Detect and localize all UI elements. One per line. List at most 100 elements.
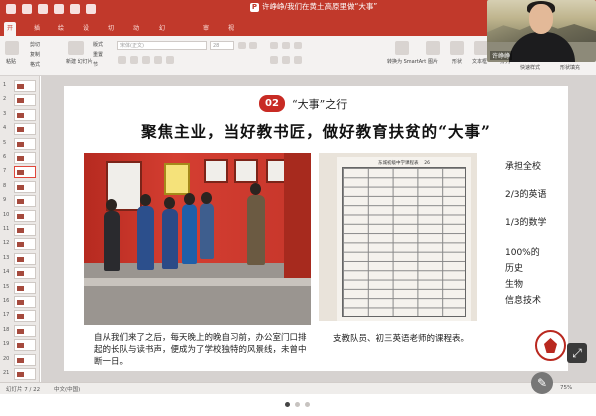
slide-thumbnail-image[interactable] bbox=[14, 180, 36, 193]
slide-thumbnail[interactable]: 2 bbox=[0, 93, 40, 107]
new-slide-icon[interactable] bbox=[68, 41, 84, 55]
students-photo[interactable] bbox=[84, 153, 311, 325]
zoom-level[interactable]: 75% bbox=[560, 385, 572, 391]
slide-thumbnail-image[interactable] bbox=[14, 195, 36, 208]
tab-design[interactable]: 设计 bbox=[83, 22, 89, 46]
slide-thumbnail[interactable]: 14 bbox=[0, 266, 40, 280]
slide-thumbnail[interactable]: 9 bbox=[0, 194, 40, 208]
shape-icon[interactable] bbox=[450, 41, 464, 55]
school-seal-logo bbox=[535, 330, 566, 361]
smartart-icon[interactable] bbox=[395, 41, 409, 55]
slide-thumbnail[interactable]: 10 bbox=[0, 209, 40, 223]
slide-thumbnail[interactable]: 15 bbox=[0, 281, 40, 295]
slide-thumbnail-image[interactable] bbox=[14, 296, 36, 308]
undo-icon[interactable] bbox=[54, 4, 64, 14]
slide-thumbnail[interactable]: 11 bbox=[0, 223, 40, 237]
format-painter-button[interactable]: 格式 bbox=[30, 61, 40, 68]
page-dot[interactable] bbox=[285, 402, 290, 407]
page-dot[interactable] bbox=[295, 402, 300, 407]
paste-icon[interactable] bbox=[5, 41, 19, 55]
timetable-photo[interactable]: 东城初级中学课程表 26 bbox=[319, 153, 477, 321]
indent-icon[interactable] bbox=[294, 42, 302, 49]
slide-thumbnail[interactable]: 16 bbox=[0, 295, 40, 309]
layout-button[interactable]: 版式 bbox=[93, 41, 103, 48]
slide-thumbnail-image[interactable] bbox=[14, 209, 36, 222]
quick-style-label[interactable]: 快速样式 bbox=[520, 64, 540, 71]
picture-icon[interactable] bbox=[426, 41, 440, 55]
expand-icon[interactable]: ⤢ bbox=[567, 343, 587, 363]
slide-thumbnail-image[interactable] bbox=[14, 224, 36, 236]
section-button[interactable]: 节 bbox=[93, 61, 98, 68]
slide-thumbnail-image[interactable] bbox=[14, 339, 36, 352]
tab-insert[interactable]: 插入 bbox=[34, 22, 40, 46]
slide-thumbnail[interactable]: 8 bbox=[0, 180, 40, 194]
strikethrough-icon[interactable] bbox=[154, 56, 162, 64]
slide-thumbnail[interactable]: 21 bbox=[0, 367, 40, 381]
slide-canvas[interactable]: 02 “大事”之行 聚焦主业，当好教书匠，做好教育扶贫的“大事” 东城初级中学课… bbox=[64, 86, 568, 371]
save-icon[interactable] bbox=[6, 4, 16, 14]
home-icon[interactable] bbox=[22, 4, 32, 14]
slide-thumbnail[interactable]: 7 bbox=[0, 165, 40, 179]
tab-draw[interactable]: 绘图 bbox=[58, 22, 64, 46]
align-center-icon[interactable] bbox=[282, 56, 290, 64]
slide-thumbnail-image[interactable] bbox=[14, 108, 36, 121]
slide-thumbnail[interactable]: 17 bbox=[0, 309, 40, 323]
bold-icon[interactable] bbox=[118, 56, 126, 64]
present-icon[interactable] bbox=[86, 4, 96, 14]
slide-thumbnail[interactable]: 3 bbox=[0, 108, 40, 122]
page-dot[interactable] bbox=[305, 402, 310, 407]
underline-icon[interactable] bbox=[142, 56, 150, 64]
slide-thumbnail-image[interactable] bbox=[14, 368, 36, 380]
cut-button[interactable]: 剪切 bbox=[30, 41, 40, 48]
italic-icon[interactable] bbox=[130, 56, 138, 64]
tab-slideshow[interactable]: 幻灯片放映 bbox=[159, 22, 165, 88]
slide-thumbnail-image[interactable] bbox=[14, 281, 36, 294]
reset-button[interactable]: 重置 bbox=[93, 51, 103, 58]
tab-animations[interactable]: 动画 bbox=[133, 22, 139, 46]
tab-view[interactable]: 视图 bbox=[228, 22, 234, 46]
slide-thumbnail[interactable]: 19 bbox=[0, 338, 40, 352]
slide-thumbnail[interactable]: 12 bbox=[0, 237, 40, 251]
font-color-icon[interactable] bbox=[166, 56, 174, 64]
slide-thumbnail[interactable]: 20 bbox=[0, 353, 40, 367]
redo-icon[interactable] bbox=[70, 4, 80, 14]
font-size-select[interactable]: 28 bbox=[210, 41, 234, 50]
slide-thumbnail-image[interactable] bbox=[14, 324, 36, 337]
slide-thumbnail-number: 20 bbox=[3, 355, 10, 362]
slide-thumbnail-image[interactable] bbox=[14, 94, 36, 107]
numbering-icon[interactable] bbox=[282, 42, 290, 49]
tab-home[interactable]: 开始 bbox=[4, 22, 17, 46]
slide-thumbnail[interactable]: 13 bbox=[0, 252, 40, 266]
slide-thumbnails-panel[interactable]: 1 2 3 4 5 6 7 8 9 10 11 12 13 14 15 16 17 18 19 20 21 bbox=[0, 76, 40, 382]
align-right-icon[interactable] bbox=[294, 56, 302, 64]
slide-thumbnail-image[interactable] bbox=[14, 80, 36, 92]
slide-thumbnail-image[interactable] bbox=[14, 166, 36, 179]
slide-thumbnail[interactable]: 18 bbox=[0, 324, 40, 338]
slide-thumbnail-number: 6 bbox=[3, 154, 7, 160]
slide-thumbnail[interactable]: 6 bbox=[0, 151, 40, 165]
slide-thumbnail[interactable]: 5 bbox=[0, 137, 40, 151]
slide-thumbnail-image[interactable] bbox=[14, 123, 36, 136]
slide-thumbnail-image[interactable] bbox=[14, 137, 36, 150]
font-family-select[interactable]: 宋体(正文) bbox=[117, 41, 207, 50]
tab-transitions[interactable]: 切换 bbox=[108, 22, 114, 46]
slide-thumbnail[interactable]: 4 bbox=[0, 122, 40, 136]
bullets-icon[interactable] bbox=[270, 42, 278, 49]
align-left-icon[interactable] bbox=[270, 56, 278, 64]
slide-thumbnail-image[interactable] bbox=[14, 267, 36, 280]
increase-font-icon[interactable] bbox=[238, 42, 246, 49]
slide-thumbnail-image[interactable] bbox=[14, 252, 36, 265]
shape-fill-label[interactable]: 形状填充 bbox=[560, 64, 580, 71]
slide-thumbnail-image[interactable] bbox=[14, 152, 36, 164]
slide-thumbnail-image[interactable] bbox=[14, 353, 36, 366]
mic-icon[interactable]: ✎ bbox=[531, 372, 553, 394]
slide-thumbnail-image[interactable] bbox=[14, 238, 36, 251]
copy-button[interactable]: 复制 bbox=[30, 51, 40, 58]
textbox-icon[interactable] bbox=[474, 41, 488, 55]
slide-thumbnail-image[interactable] bbox=[14, 310, 36, 323]
tab-review[interactable]: 审阅 bbox=[203, 22, 209, 46]
decrease-font-icon[interactable] bbox=[249, 42, 257, 49]
save-icon[interactable] bbox=[38, 4, 48, 14]
language-indicator[interactable]: 中文(中国) bbox=[54, 385, 80, 393]
slide-thumbnail[interactable]: 1 bbox=[0, 79, 40, 93]
